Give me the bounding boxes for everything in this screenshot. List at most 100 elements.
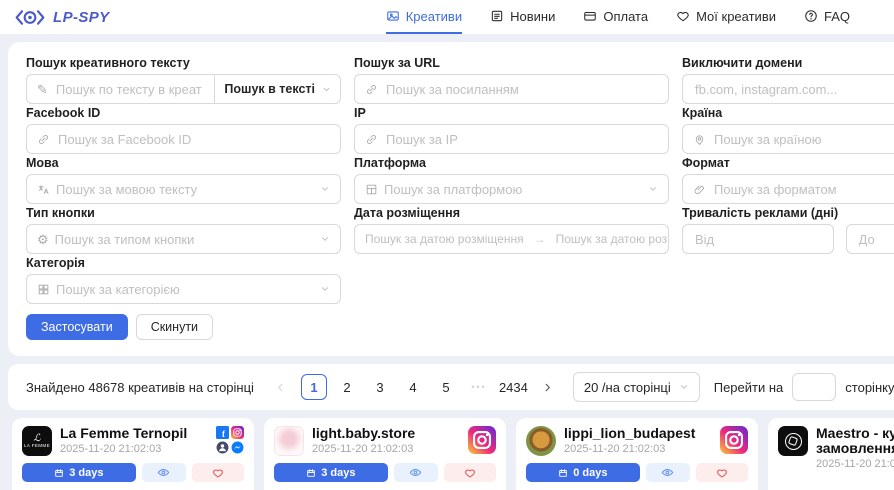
search-mode-select[interactable]: Пошук в тексті [214,74,341,104]
favorite-button[interactable] [192,463,245,482]
page-button-1[interactable]: 1 [301,374,327,400]
nav-my-creatives[interactable]: Мої креативи [676,0,776,34]
category-placeholder: Пошук за категорією [56,282,180,297]
ip-input[interactable] [384,131,658,148]
field-label: Виключити домени [682,56,894,70]
view-button[interactable] [646,463,690,482]
goto-page: Перейти на сторінку [714,373,894,401]
nav-faq[interactable]: FAQ [804,0,850,34]
filter-country: Країна [682,106,894,154]
platform-select[interactable]: Пошук за платформою [354,174,669,204]
creative-card[interactable]: lippi_lion_budapest 2025-11-20 21:02:03 … [516,418,758,490]
days-badge[interactable]: 3 days [22,463,136,482]
platform-icons: f [216,426,244,454]
next-page-button[interactable] [535,374,561,400]
paperclip-icon [693,183,706,196]
field-label: Тип кнопки [26,206,341,220]
nav-creatives[interactable]: Креативи [386,0,462,34]
nav-payment[interactable]: Оплата [583,0,648,34]
instagram-icon [468,426,496,454]
pagination-ellipsis[interactable]: ••• [466,382,492,392]
facebook-id-input[interactable] [56,131,330,148]
page-button-2[interactable]: 2 [334,374,360,400]
exclude-domains-input[interactable] [693,81,894,98]
eye-icon [409,466,422,479]
format-input[interactable] [712,181,894,198]
creative-card[interactable]: ℒ LA FEMME La Femme Ternopil 2025-11-20 … [12,418,254,490]
field-label: Країна [682,106,894,120]
filter-creative-text: Пошук креативного тексту ✎ Пошук в текст… [26,56,341,104]
chevron-down-icon [322,85,331,94]
button-type-select[interactable]: ⚙ Пошук за типом кнопки [26,224,341,254]
button-type-placeholder: Пошук за типом кнопки [55,232,195,247]
date-to-placeholder: Пошук за датою розміщення [556,232,669,246]
filter-facebook-id: Facebook ID [26,106,341,154]
language-select[interactable]: Пошук за мовою тексту [26,174,341,204]
url-input[interactable] [384,81,658,98]
days-badge[interactable]: 3 days [274,463,388,482]
favorite-button[interactable] [696,463,749,482]
view-button[interactable] [394,463,438,482]
creative-text-input[interactable] [54,81,205,98]
page-size-select[interactable]: 20 /на сторінці [573,372,700,402]
days-badge[interactable]: 0 days [526,463,640,482]
eye-icon [661,466,674,479]
card-title: La Femme Ternopil [60,426,208,441]
format-input-wrap [682,174,894,204]
pagination: 1 2 3 4 5 ••• 2434 [268,374,561,400]
page-button-4[interactable]: 4 [400,374,426,400]
avatar [526,426,556,456]
credit-card-icon [583,9,597,23]
messenger-icon [231,441,244,454]
duration-to-input[interactable] [857,231,894,248]
reset-button[interactable]: Скинути [136,314,213,340]
field-label: Тривалість реклами (дні) [682,206,894,220]
heart-icon [676,9,690,23]
creative-card[interactable]: light.baby.store 2025-11-20 21:02:03 3 d… [264,418,506,490]
chevron-right-icon [542,382,553,393]
placement-date-range[interactable]: Пошук за датою розміщення → Пошук за дат… [354,224,669,254]
creative-text-input-wrap: ✎ [26,74,215,104]
language-placeholder: Пошук за мовою тексту [56,182,197,197]
nav-label: Оплата [603,9,648,24]
field-label: Платформа [354,156,669,170]
goto-page-input[interactable] [792,373,836,401]
link-icon [365,83,378,96]
creative-card[interactable]: Maestro - кухні, меблі на замовлення в У… [768,418,894,490]
logo[interactable]: LP-SPY [14,7,110,28]
page-button-last[interactable]: 2434 [499,374,528,400]
card-date: 2025-11-20 21:02:03 [312,443,460,456]
heart-icon [464,467,476,479]
ip-input-wrap [354,124,669,154]
page-button-3[interactable]: 3 [367,374,393,400]
filter-platform: Платформа Пошук за платформою [354,156,669,204]
country-input[interactable] [712,131,894,148]
appstore-icon [37,283,50,296]
calendar-icon [558,468,568,478]
prev-page-button[interactable] [268,374,294,400]
facebook-icon: f [216,426,229,439]
nav-news[interactable]: Новини [490,0,555,34]
filter-category: Категорія Пошук за категорією [26,256,341,304]
translate-icon [37,183,50,196]
avatar [274,426,304,456]
chevron-left-icon [275,382,286,393]
audience-network-icon [216,441,229,454]
app-header: LP-SPY Креативи Новини Оплата Мої креати… [0,0,894,34]
view-button[interactable] [142,463,186,482]
logo-eye-icon [14,7,46,28]
news-icon [490,9,504,23]
duration-from-wrap [682,224,834,254]
duration-from-input[interactable] [693,231,823,248]
category-select[interactable]: Пошук за категорією [26,274,341,304]
card-title: light.baby.store [312,426,460,441]
card-date: 2025-11-20 21:02:03 [816,458,894,471]
instagram-icon [720,426,748,454]
field-label: Категорія [26,256,341,270]
page-button-5[interactable]: 5 [433,374,459,400]
chevron-down-icon [320,234,330,244]
apply-button[interactable]: Застосувати [26,314,128,340]
favorite-button[interactable] [444,463,497,482]
goto-prefix-label: Перейти на [714,380,784,395]
filter-actions: Застосувати Скинути [26,314,894,340]
